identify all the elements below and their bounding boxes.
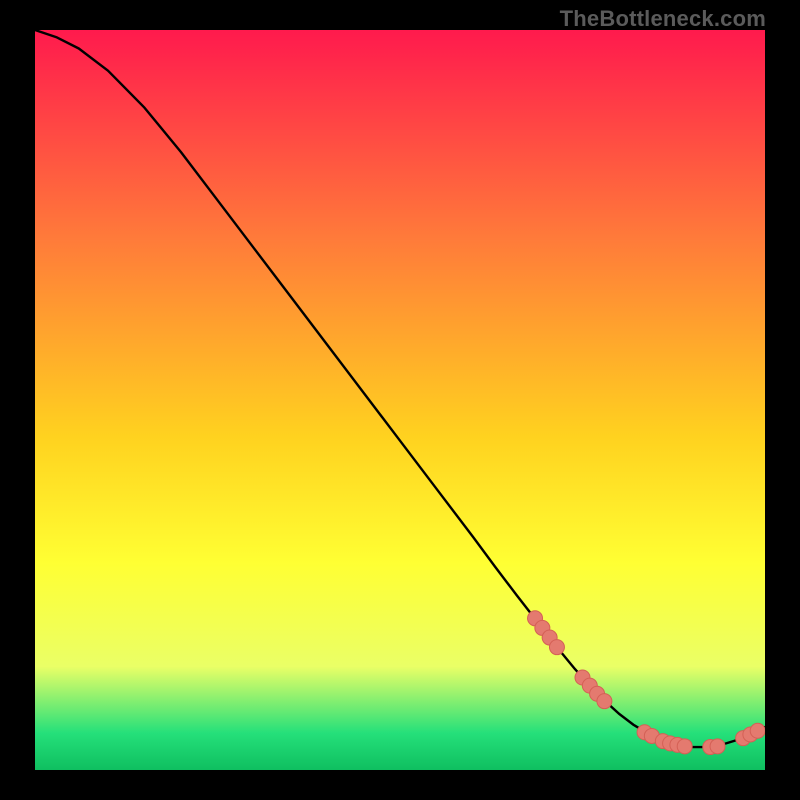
chart-svg <box>35 30 765 770</box>
curve-marker <box>597 694 612 709</box>
chart-stage: TheBottleneck.com <box>0 0 800 800</box>
curve-marker <box>549 640 564 655</box>
curve-marker <box>710 739 725 754</box>
curve-marker <box>677 739 692 754</box>
watermark-text: TheBottleneck.com <box>560 6 766 32</box>
curve-marker <box>750 723 765 738</box>
gradient-background <box>35 30 765 770</box>
plot-area <box>35 30 765 770</box>
